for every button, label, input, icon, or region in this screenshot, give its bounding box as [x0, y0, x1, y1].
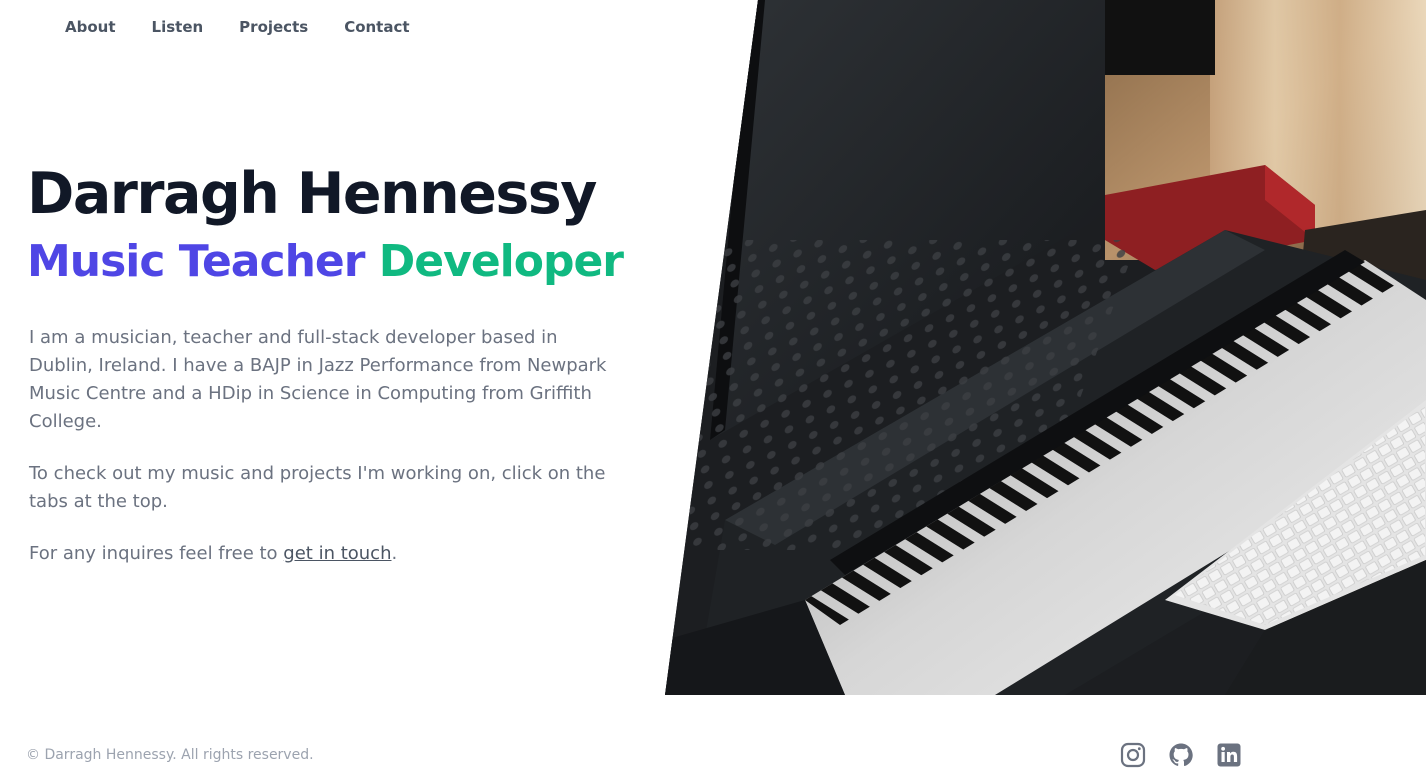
hero-roles: Music Teacher Developer: [27, 231, 624, 293]
instagram-icon[interactable]: [1120, 742, 1146, 768]
tabs-paragraph: To check out my music and projects I'm w…: [29, 463, 606, 512]
github-icon[interactable]: [1168, 742, 1194, 768]
main-nav: About Listen Projects Contact: [47, 16, 428, 38]
hero-name: Darragh Hennessy: [27, 161, 597, 227]
social-links: [1120, 742, 1242, 768]
footer-copyright: © Darragh Hennessy. All rights reserved.: [26, 747, 314, 763]
role-music-teacher: Music Teacher: [27, 236, 365, 287]
nav-link-contact[interactable]: Contact: [326, 16, 427, 38]
nav-link-listen[interactable]: Listen: [134, 16, 222, 38]
get-in-touch-link[interactable]: get in touch: [283, 543, 391, 564]
role-developer: Developer: [378, 236, 624, 287]
nav-link-about[interactable]: About: [47, 16, 134, 38]
contact-suffix: .: [391, 543, 398, 564]
contact-prefix: For any inquires feel free to: [29, 543, 284, 564]
linkedin-icon[interactable]: [1216, 742, 1242, 768]
intro-paragraph: I am a musician, teacher and full-stack …: [29, 327, 607, 432]
contact-paragraph: For any inquires feel free to get in tou…: [29, 540, 609, 568]
nav-link-projects[interactable]: Projects: [221, 16, 326, 38]
studio-keyboard-photo: [665, 0, 1426, 695]
hero-image: [665, 0, 1426, 695]
